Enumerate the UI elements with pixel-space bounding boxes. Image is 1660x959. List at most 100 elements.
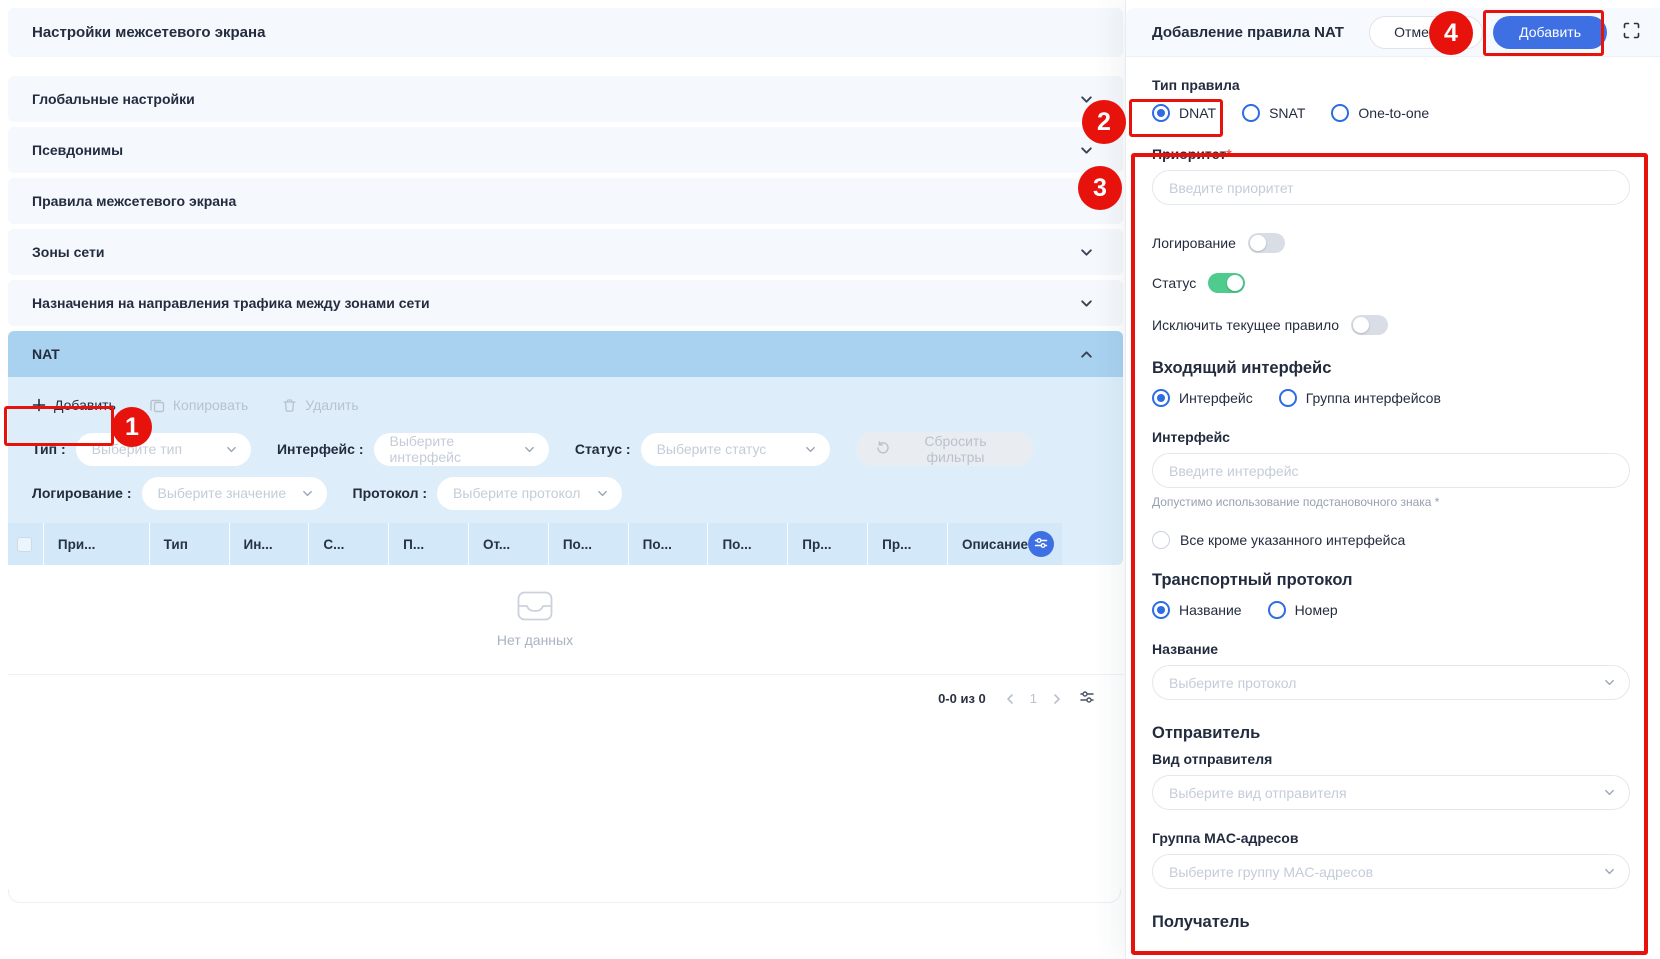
- accordion-section-network-zones[interactable]: Зоны сети: [8, 229, 1123, 275]
- radio-icon: [1152, 601, 1170, 619]
- sender-section-title: Отправитель: [1152, 724, 1630, 743]
- nat-toolbar: Добавить Копировать Удалить: [8, 377, 1123, 427]
- logging-toggle[interactable]: [1248, 233, 1285, 253]
- select-all-checkbox[interactable]: [17, 537, 32, 552]
- rule-type-radio-snat[interactable]: SNAT: [1242, 104, 1305, 122]
- plus-icon: [32, 398, 46, 412]
- protocol-name-label: Название: [1152, 641, 1630, 657]
- logging-filter-select[interactable]: Выберите значение: [142, 477, 327, 510]
- protocol-name-select[interactable]: Выберите протокол: [1152, 665, 1630, 700]
- sender-kind-select[interactable]: Выберите вид отправителя: [1152, 775, 1630, 810]
- chevron-down-icon: [1604, 866, 1615, 877]
- column-header-col10[interactable]: Пр...: [788, 523, 868, 565]
- chevron-down-icon: [302, 488, 313, 499]
- drawer-title: Добавление правила NAT: [1152, 24, 1369, 41]
- column-header-description[interactable]: Описание: [948, 523, 1062, 565]
- accordion-section-aliases[interactable]: Псевдонимы: [8, 127, 1123, 173]
- fullscreen-button[interactable]: [1623, 22, 1640, 42]
- column-header-col7[interactable]: По...: [549, 523, 629, 565]
- column-header-col11[interactable]: Пр...: [868, 523, 948, 565]
- chevron-down-icon: [1080, 246, 1093, 259]
- transport-protocol-radio-group: Название Номер: [1152, 601, 1630, 619]
- fullscreen-icon: [1623, 22, 1640, 42]
- required-asterisk: *: [1226, 146, 1231, 162]
- exclude-rule-toggle-row: Исключить текущее правило: [1152, 315, 1630, 335]
- accordion-section-firewall-rules[interactable]: Правила межсетевого экрана: [8, 178, 1123, 224]
- interface-filter-select[interactable]: Выберите интерфейс: [374, 433, 549, 466]
- priority-input[interactable]: [1152, 170, 1630, 205]
- chevron-down-icon: [597, 488, 608, 499]
- receiver-section-title: Получатель: [1152, 913, 1630, 932]
- column-header-status[interactable]: С...: [309, 523, 389, 565]
- reset-filters-button[interactable]: Сбросить фильтры: [856, 432, 1033, 466]
- copy-nat-rule-button[interactable]: Копировать: [150, 397, 248, 413]
- radio-icon: [1268, 601, 1286, 619]
- nat-rule-form: Тип правила DNAT SNAT One-to-one Приорит…: [1126, 57, 1660, 932]
- mac-group-select[interactable]: Выберите группу MAC-адресов: [1152, 854, 1630, 889]
- column-header-col8[interactable]: По...: [629, 523, 709, 565]
- column-header-col9[interactable]: По...: [708, 523, 788, 565]
- copy-icon: [150, 398, 165, 413]
- protocol-filter-select[interactable]: Выберите протокол: [437, 477, 622, 510]
- pagination-next-button[interactable]: [1051, 693, 1063, 705]
- exclude-rule-toggle[interactable]: [1351, 315, 1388, 335]
- accordion-section-global-settings[interactable]: Глобальные настройки: [8, 76, 1123, 122]
- page-title-bar: Настройки межсетевого экрана: [8, 8, 1123, 57]
- chevron-up-icon: [1080, 348, 1093, 361]
- checkbox-icon: [1152, 531, 1170, 549]
- column-header-interface[interactable]: Ин...: [230, 523, 310, 565]
- chevron-down-icon: [1604, 677, 1615, 688]
- chevron-down-icon: [1604, 787, 1615, 798]
- column-header-sender[interactable]: От...: [469, 523, 549, 565]
- incoming-radio-interface-group[interactable]: Группа интерфейсов: [1279, 389, 1441, 407]
- accordion-section-nat[interactable]: NAT: [8, 331, 1123, 377]
- radio-icon: [1242, 104, 1260, 122]
- status-filter-select[interactable]: Выберите статус: [641, 433, 830, 466]
- incoming-radio-interface[interactable]: Интерфейс: [1152, 389, 1253, 407]
- radio-icon: [1152, 104, 1170, 122]
- radio-icon: [1152, 389, 1170, 407]
- radio-icon: [1279, 389, 1297, 407]
- interface-hint: Допустимо использование подстановочного …: [1152, 495, 1630, 509]
- add-nat-rule-button[interactable]: Добавить: [32, 397, 116, 413]
- chevron-down-icon: [1080, 144, 1093, 157]
- delete-nat-rule-button[interactable]: Удалить: [282, 397, 358, 413]
- incoming-interface-section-title: Входящий интерфейс: [1152, 359, 1630, 378]
- rule-type-radio-dnat[interactable]: DNAT: [1152, 104, 1216, 122]
- transport-radio-name[interactable]: Название: [1152, 601, 1242, 619]
- rule-type-label: Тип правила: [1152, 77, 1630, 93]
- chevron-down-icon: [524, 444, 535, 455]
- pagination-range: 0-0 из 0: [938, 691, 986, 706]
- transport-radio-number[interactable]: Номер: [1268, 601, 1338, 619]
- chevron-down-icon: [226, 444, 237, 455]
- rule-type-radio-one-to-one[interactable]: One-to-one: [1331, 104, 1429, 122]
- trash-icon: [282, 398, 297, 413]
- column-header-type[interactable]: Тип: [150, 523, 230, 565]
- status-toggle[interactable]: [1208, 273, 1245, 293]
- sender-kind-label: Вид отправителя: [1152, 751, 1630, 767]
- inbox-icon: [517, 591, 553, 626]
- sliders-icon: [1034, 536, 1048, 553]
- pagination-prev-button[interactable]: [1004, 693, 1016, 705]
- divider: [8, 674, 1123, 675]
- logging-toggle-row: Логирование: [1152, 233, 1630, 253]
- rule-type-radio-group: DNAT SNAT One-to-one: [1152, 104, 1630, 122]
- radio-icon: [1331, 104, 1349, 122]
- interface-input[interactable]: [1152, 453, 1630, 488]
- pagination-page-1[interactable]: 1: [1030, 691, 1037, 706]
- chevron-down-icon: [1080, 195, 1093, 208]
- column-settings-button[interactable]: [1028, 531, 1054, 557]
- cancel-button[interactable]: Отменить: [1369, 16, 1483, 49]
- nat-rule-drawer: Добавление правила NAT Отменить Добавить…: [1125, 0, 1660, 959]
- table-header-cell: [8, 523, 44, 565]
- submit-add-button[interactable]: Добавить: [1493, 16, 1607, 49]
- column-header-priority[interactable]: При...: [44, 523, 150, 565]
- type-filter-select[interactable]: Выберите тип: [76, 433, 251, 466]
- pagination-settings-button[interactable]: [1079, 689, 1095, 708]
- page-title: Настройки межсетевого экрана: [32, 24, 265, 41]
- accordion-section-zone-traffic-assignments[interactable]: Назначения на направления трафика между …: [8, 280, 1123, 326]
- nat-section-body: Добавить Копировать Удалить Тип : Выбери…: [8, 377, 1123, 565]
- all-except-interface-checkbox-row[interactable]: Все кроме указанного интерфейса: [1152, 531, 1630, 549]
- sliders-icon: [1079, 689, 1095, 708]
- column-header-protocol[interactable]: П...: [389, 523, 469, 565]
